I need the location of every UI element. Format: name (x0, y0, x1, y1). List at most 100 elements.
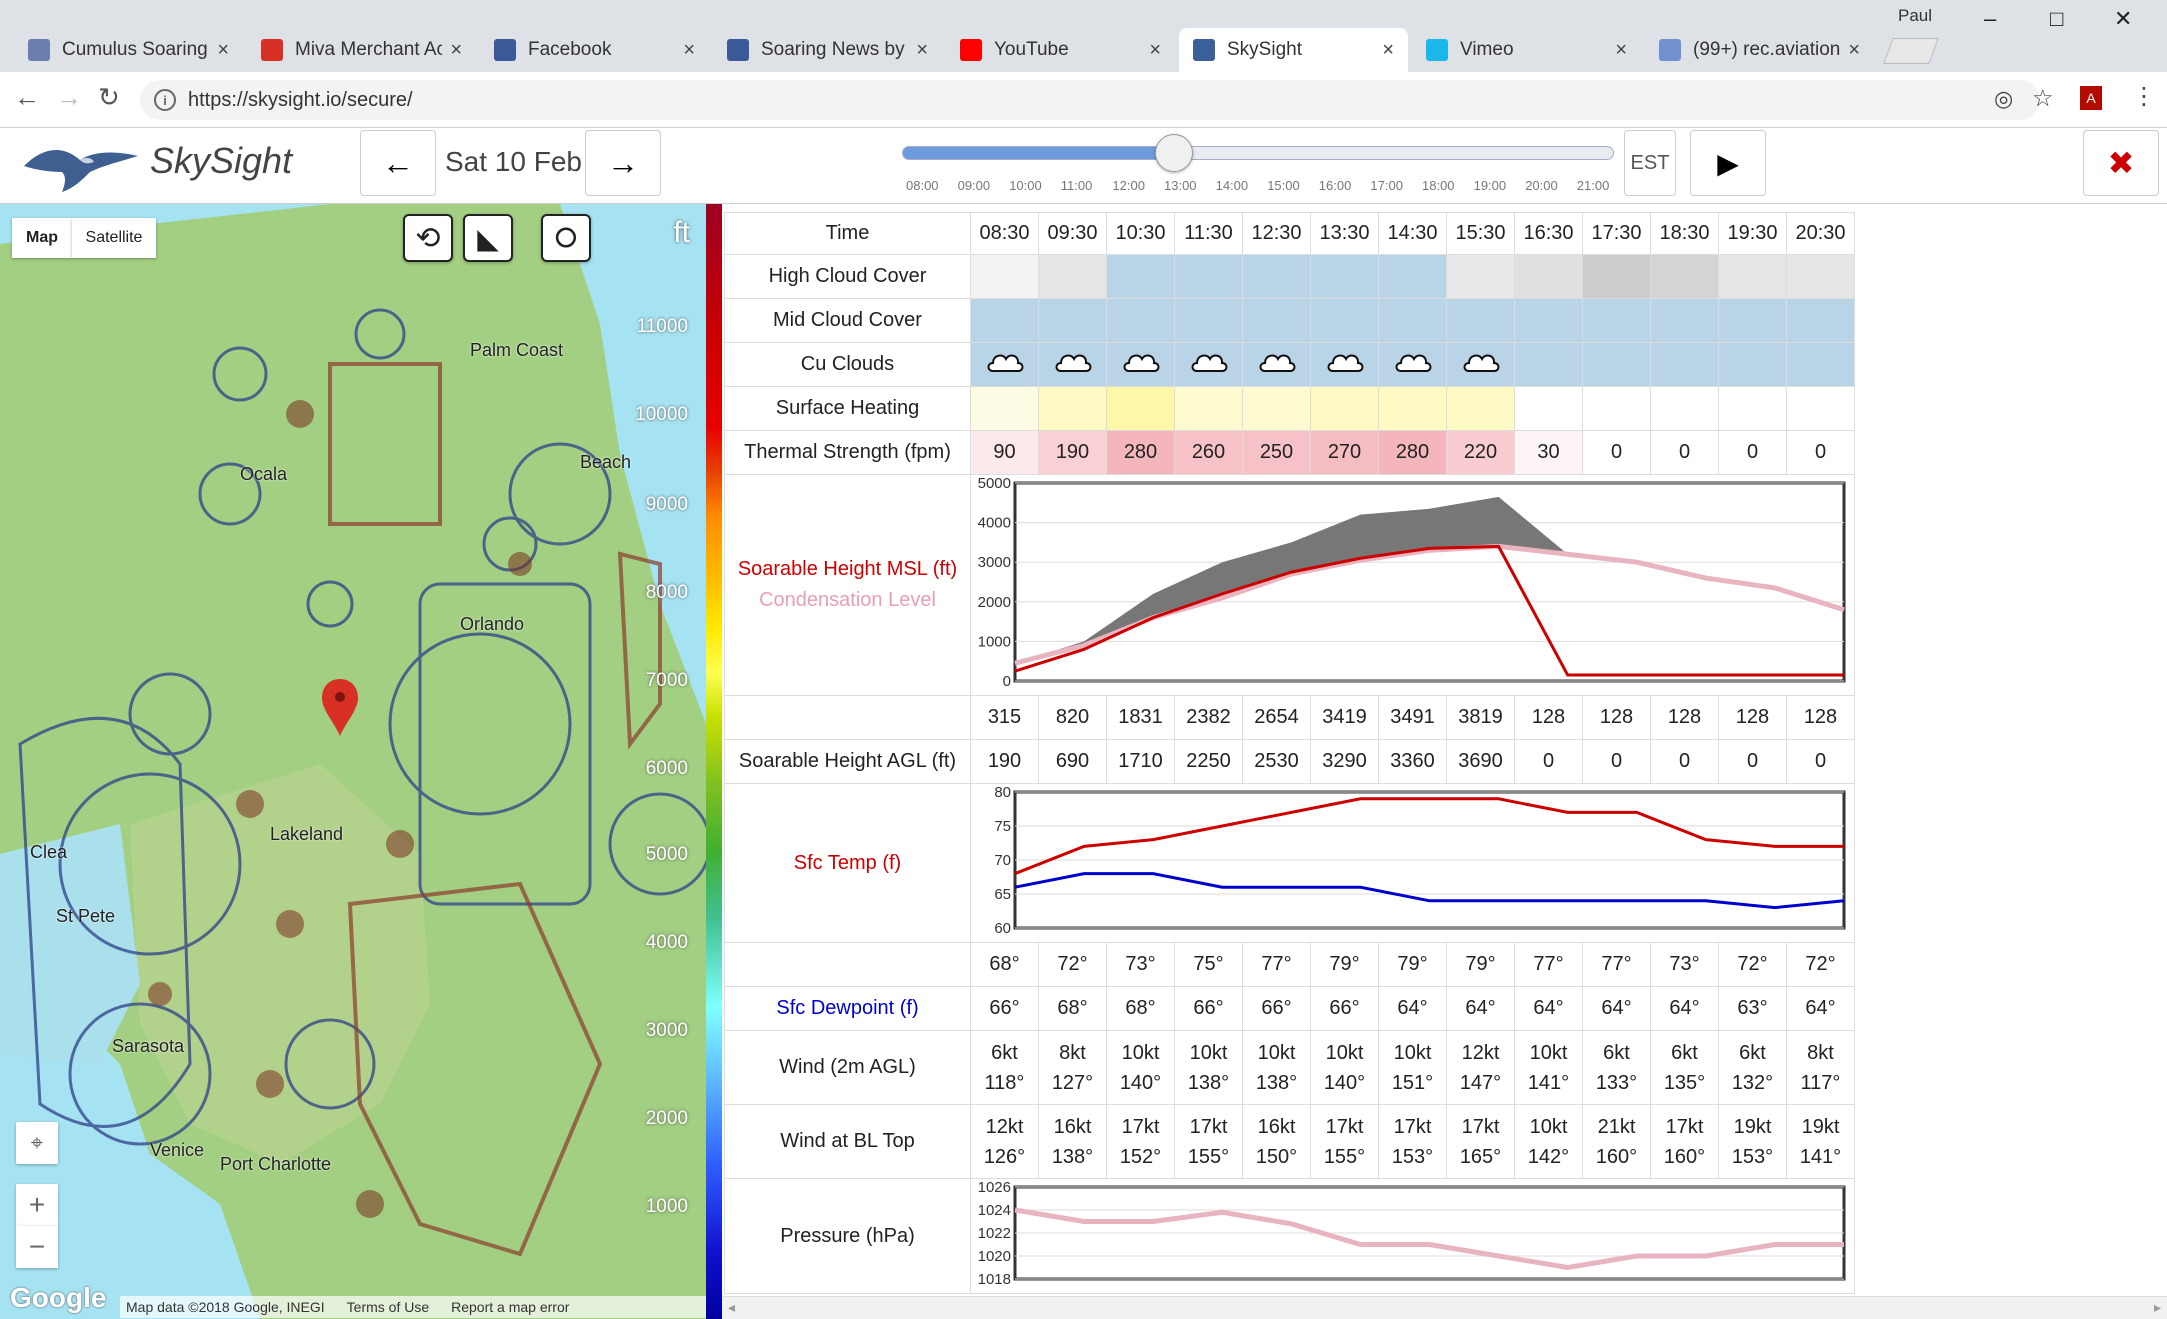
browser-tab[interactable]: Soaring News by × (713, 28, 942, 72)
minimize-icon[interactable]: – (1984, 6, 1996, 32)
next-day-button[interactable]: → (585, 130, 661, 196)
row-label-cu-clouds: Cu Clouds (724, 342, 971, 387)
menu-kebab-icon[interactable]: ⋮ (2132, 82, 2156, 111)
time-column-header[interactable]: 18:30 (1650, 212, 1719, 255)
time-column-header[interactable]: 14:30 (1378, 212, 1447, 255)
time-column-header[interactable]: 16:30 (1514, 212, 1583, 255)
crosshair-icon: ⌖ (30, 1130, 44, 1155)
youtube-icon (960, 39, 982, 61)
url-input[interactable]: i https://skysight.io/secure/ (140, 80, 2040, 120)
report-map-error-link[interactable]: Report a map error (451, 1299, 569, 1315)
back-arrow-icon[interactable]: ← (14, 82, 40, 113)
map-view[interactable]: Map Satellite ⟲ ◣ ⭘ ft 11000 10000 9000 800… (0, 204, 706, 1319)
row-soarable-height-msl: Soarable Height MSL (ft) Condensation Lev… (724, 474, 1855, 696)
time-column-header[interactable]: 10:30 (1106, 212, 1175, 255)
layer-wave-button[interactable]: ◣ (463, 214, 513, 262)
zoom-out-button[interactable]: − (16, 1226, 58, 1268)
my-location-button[interactable]: ⌖ (16, 1122, 58, 1164)
y-tick-label: 1024 (978, 1202, 1011, 1219)
browser-tab[interactable]: YouTube × (946, 28, 1175, 72)
altitude-scale-label: 8000 (645, 582, 688, 603)
browser-tab[interactable]: Cumulus Soaring × (14, 28, 243, 72)
y-tick-label: 75 (994, 818, 1011, 835)
wind-speed: 10kt (1529, 1041, 1568, 1064)
browser-tab[interactable]: Vimeo × (1412, 28, 1641, 72)
time-column-header[interactable]: 11:30 (1174, 212, 1243, 255)
time-slider-handle[interactable] (1154, 134, 1193, 172)
wind-bl-top-cell: 16kt 138° (1038, 1104, 1107, 1179)
thermal-strength-cell: 280 (1378, 430, 1447, 475)
close-window-icon[interactable]: ✕ (2114, 6, 2132, 32)
row-msl-values: 315 820 1831 2382 2654 3419 3491 3819 128 128 128 1… (724, 695, 1855, 740)
info-icon[interactable]: i (154, 89, 176, 111)
close-tab-icon[interactable]: × (1382, 39, 1394, 62)
prev-day-button[interactable]: ← (360, 130, 436, 196)
map-canvas[interactable] (0, 204, 706, 1319)
layer-task-button[interactable]: ⭘ (541, 214, 591, 262)
pdf-extension-icon[interactable]: A (2080, 86, 2102, 110)
surface-heating-cell (1446, 386, 1515, 431)
time-column-header[interactable]: 17:30 (1582, 212, 1651, 255)
browser-tab[interactable]: SkySight × (1179, 28, 1408, 72)
map-place-label: Ocala (240, 464, 288, 484)
map-type-map-button[interactable]: Map (12, 218, 72, 258)
wind-direction: 160° (1595, 1145, 1638, 1168)
thermal-strength-cell: 260 (1174, 430, 1243, 475)
timezone-button[interactable]: EST (1624, 130, 1676, 196)
time-column-header[interactable]: 09:30 (1038, 212, 1107, 255)
close-tab-icon[interactable]: × (1848, 39, 1860, 62)
camera-blocked-icon[interactable]: ◎ (1994, 86, 2013, 112)
surface-heating-cell (1174, 386, 1243, 431)
time-column-header[interactable]: 19:30 (1718, 212, 1787, 255)
close-tab-icon[interactable]: × (1615, 39, 1627, 62)
time-column-header[interactable]: 13:30 (1310, 212, 1379, 255)
thermal-strength-cell: 0 (1650, 430, 1719, 475)
maximize-icon[interactable]: □ (2050, 6, 2063, 32)
wind-2m-cell: 10kt 141° (1514, 1030, 1583, 1105)
layer-lift-button[interactable]: ⟲ (403, 214, 453, 262)
new-tab-button[interactable] (1883, 38, 1939, 64)
browser-tab[interactable]: (99+) rec.aviation × (1645, 28, 1874, 72)
time-slider[interactable] (902, 134, 1614, 172)
play-button[interactable]: ▶ (1690, 130, 1766, 196)
cu-cloud-cell (1446, 342, 1515, 387)
cu-cloud-cell (1786, 342, 1855, 387)
row-label-mid-cloud: Mid Cloud Cover (724, 298, 971, 343)
horizontal-scrollbar[interactable]: ◂ ▸ (722, 1296, 2167, 1319)
browser-tab[interactable]: Facebook × (480, 28, 709, 72)
cloud-icon (1055, 354, 1091, 372)
mid-cloud-cell (1786, 298, 1855, 343)
swirl-icon: ⟲ (415, 221, 441, 255)
close-tab-icon[interactable]: × (450, 39, 462, 62)
scroll-right-icon[interactable]: ▸ (2154, 1299, 2161, 1316)
time-column-header[interactable]: 12:30 (1242, 212, 1311, 255)
terms-link[interactable]: Terms of Use (347, 1299, 429, 1315)
forward-arrow-icon[interactable]: → (56, 82, 82, 113)
zoom-in-button[interactable]: + (16, 1184, 58, 1226)
time-column-header[interactable]: 15:30 (1446, 212, 1515, 255)
thermal-strength-cell: 280 (1106, 430, 1175, 475)
close-tab-icon[interactable]: × (217, 39, 229, 62)
time-slider-tick: 08:00 (906, 178, 939, 193)
close-panel-button[interactable]: ✖ (2083, 130, 2159, 196)
surface-heating-cell (1650, 386, 1719, 431)
scroll-left-icon[interactable]: ◂ (728, 1299, 735, 1316)
close-tab-icon[interactable]: × (683, 39, 695, 62)
altitude-scale-label: 10000 (635, 404, 688, 425)
time-column-header[interactable]: 08:30 (970, 212, 1039, 255)
time-column-header[interactable]: 20:30 (1786, 212, 1855, 255)
row-sfc-dewpoint: Sfc Dewpoint (f) 66° 68° 68° 66° 66° 66° 64° 64°… (724, 986, 1855, 1031)
reload-icon[interactable]: ↻ (98, 82, 120, 113)
wind-bl-top-cell: 17kt 155° (1174, 1104, 1243, 1179)
user-name[interactable]: Paul (1898, 6, 1932, 26)
chart-soarable-height-msl: 5000 4000 3000 2000 1000 0 (978, 475, 1846, 690)
bookmark-star-icon[interactable]: ☆ (2032, 84, 2054, 113)
close-tab-icon[interactable]: × (916, 39, 928, 62)
map-type-satellite-button[interactable]: Satellite (72, 218, 156, 258)
time-slider-tick: 15:00 (1267, 178, 1300, 193)
wind-bl-top-cell: 21kt 160° (1582, 1104, 1651, 1179)
close-tab-icon[interactable]: × (1149, 39, 1161, 62)
browser-tab[interactable]: Miva Merchant Ac × (247, 28, 476, 72)
thermal-strength-cell: 0 (1718, 430, 1787, 475)
row-label-sfc-dewpoint: Sfc Dewpoint (f) (724, 986, 971, 1031)
